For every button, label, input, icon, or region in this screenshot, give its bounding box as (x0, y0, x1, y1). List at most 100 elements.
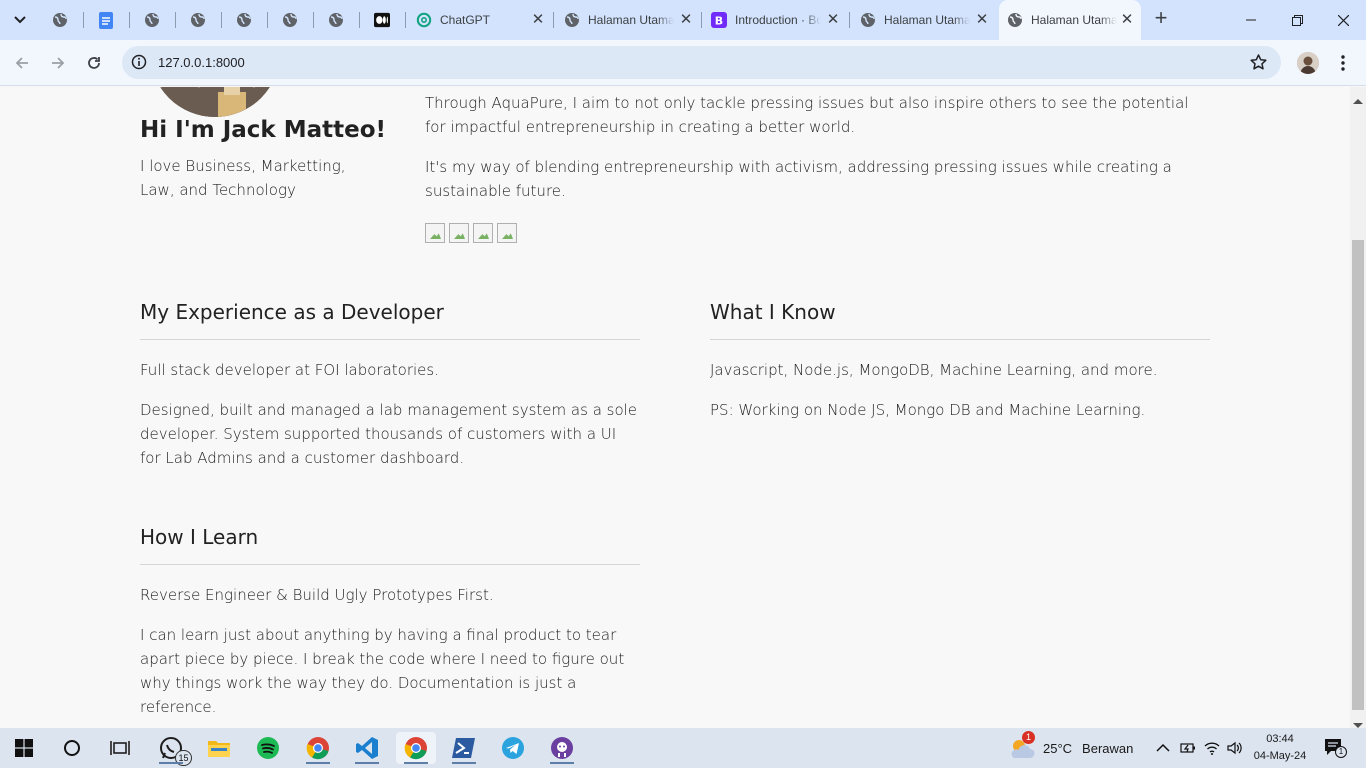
search-button[interactable] (52, 732, 92, 764)
globe-icon (1007, 12, 1023, 28)
tab-chatgpt[interactable]: ChatGPT ✕ (408, 6, 552, 34)
powershell-app[interactable] (444, 732, 484, 764)
pinned-tab-3[interactable] (130, 6, 174, 34)
show-hidden-icons-button[interactable] (1156, 728, 1170, 768)
battery-status[interactable] (1180, 728, 1196, 768)
tab-halaman-utama-active[interactable]: Halaman Utama ✕ (999, 0, 1141, 40)
reload-icon (88, 57, 100, 69)
telegram-app[interactable] (493, 732, 533, 764)
clock-time: 03:44 (1266, 733, 1294, 745)
new-tab-button[interactable]: + (1150, 7, 1172, 30)
tab-halaman-utama-1[interactable]: Halaman Utama ✕ (556, 6, 700, 34)
pinned-tab-5[interactable] (222, 6, 266, 34)
medium-icon (374, 12, 390, 28)
pinned-tab-2[interactable] (84, 6, 128, 34)
clock[interactable]: 03:44 04-May-24 (1248, 728, 1312, 768)
social-link-1-broken-image-icon[interactable] (425, 223, 445, 243)
file-explorer-app[interactable] (199, 732, 239, 764)
task-view-button[interactable] (100, 732, 140, 764)
clock-date: 04-May-24 (1253, 750, 1307, 762)
chrome-app-2[interactable] (396, 732, 436, 764)
forward-button[interactable] (42, 47, 74, 79)
site-info-icon[interactable] (131, 54, 147, 75)
how-i-learn-paragraph-2: I can learn just about anything by havin… (140, 626, 625, 716)
pinned-tab-8[interactable] (360, 6, 404, 34)
close-icon (1337, 14, 1349, 26)
how-i-learn-heading: How I Learn (140, 525, 640, 565)
notification-icon: 1 (1324, 738, 1347, 758)
windows-logo-icon (15, 739, 33, 757)
spotify-app[interactable] (248, 732, 288, 764)
pinned-tab-4[interactable] (176, 6, 220, 34)
close-window-button[interactable] (1320, 0, 1366, 40)
browser-menu-button[interactable] (1327, 47, 1359, 79)
scroll-up-arrow-icon[interactable] (1353, 91, 1363, 109)
profile-name: Hi I'm Jack Matteo! (140, 117, 387, 143)
globe-icon (328, 12, 344, 28)
tab-separator (701, 12, 702, 28)
github-desktop-app[interactable] (542, 732, 582, 764)
page-content: Hi I'm Jack Matteo! I love Business, Mar… (0, 87, 1350, 728)
bootstrap-icon: B (711, 12, 727, 28)
reload-button[interactable] (78, 47, 110, 79)
scrollbar-thumb[interactable] (1352, 240, 1364, 710)
start-button[interactable] (4, 732, 44, 764)
globe-icon (564, 12, 580, 28)
whatsapp-app[interactable]: 15 (151, 732, 192, 766)
search-circle-icon (64, 740, 80, 756)
globe-icon (860, 12, 876, 28)
tab-search-button[interactable] (7, 0, 33, 40)
social-link-2-broken-image-icon[interactable] (449, 223, 469, 243)
pinned-tab-6[interactable] (268, 6, 312, 34)
temperature: 25°C (1043, 740, 1073, 756)
address-bar[interactable]: 127.0.0.1:8000 (122, 46, 1281, 79)
taskbar: 15 1 25°C Berawan 03:44 04-May-24 1 (0, 728, 1366, 768)
social-link-4-broken-image-icon[interactable] (497, 223, 517, 243)
pinned-tab-1[interactable] (38, 6, 82, 34)
arrow-left-icon (15, 57, 28, 69)
bio-paragraph-1: Through AquaPure, I aim to not only tack… (425, 94, 1189, 136)
close-tab-icon[interactable]: ✕ (678, 12, 694, 28)
notification-center-button[interactable]: 1 (1324, 728, 1347, 768)
wifi-icon (1204, 742, 1220, 755)
page-scrollbar[interactable] (1350, 87, 1366, 728)
chevron-down-icon (14, 16, 26, 24)
close-tab-icon[interactable]: ✕ (974, 12, 990, 28)
tab-halaman-utama-2[interactable]: Halaman Utama ✕ (852, 6, 996, 34)
minimize-button[interactable] (1228, 0, 1274, 40)
close-tab-icon[interactable]: ✕ (1119, 12, 1135, 28)
restore-icon (1291, 14, 1303, 26)
globe-icon (236, 12, 252, 28)
bookmark-star-icon[interactable] (1250, 54, 1267, 75)
tab-title: Halaman Utama (1031, 13, 1117, 27)
notification-badge: 1 (1335, 746, 1347, 758)
weather-widget[interactable]: 1 25°C Berawan (1008, 728, 1133, 768)
network-status[interactable] (1204, 728, 1220, 768)
how-i-learn-section: How I Learn Reverse Engineer & Build Ugl… (140, 525, 640, 719)
experience-paragraph-2: Designed, built and managed a lab manage… (140, 401, 638, 467)
task-view-icon (110, 741, 130, 755)
tab-title: ChatGPT (440, 13, 491, 27)
restore-button[interactable] (1274, 0, 1320, 40)
spotify-icon (257, 737, 279, 759)
volume-control[interactable] (1227, 728, 1243, 768)
globe-icon (190, 12, 206, 28)
chrome-icon (404, 737, 427, 760)
folder-icon (208, 741, 230, 757)
profile-photo (150, 87, 280, 117)
url-text[interactable]: 127.0.0.1:8000 (158, 55, 245, 70)
bio-paragraph-2: It's my way of blending entrepreneurship… (425, 158, 1172, 200)
chrome-app-1[interactable] (298, 732, 338, 764)
close-tab-icon[interactable]: ✕ (825, 12, 841, 28)
social-link-3-broken-image-icon[interactable] (473, 223, 493, 243)
back-button[interactable] (6, 47, 38, 79)
close-tab-icon[interactable]: ✕ (530, 12, 546, 28)
how-i-learn-paragraph-1: Reverse Engineer & Build Ugly Prototypes… (140, 586, 494, 604)
weather-condition: Berawan (1082, 740, 1134, 756)
tab-bootstrap-introduction[interactable]: B Introduction · Bootstrap ✕ (703, 6, 847, 34)
pinned-tab-7[interactable] (314, 6, 358, 34)
arrow-right-icon (52, 57, 65, 69)
vscode-app[interactable] (347, 732, 387, 764)
cloud-sun-icon: 1 (1008, 731, 1036, 760)
profile-avatar[interactable] (1297, 52, 1319, 74)
